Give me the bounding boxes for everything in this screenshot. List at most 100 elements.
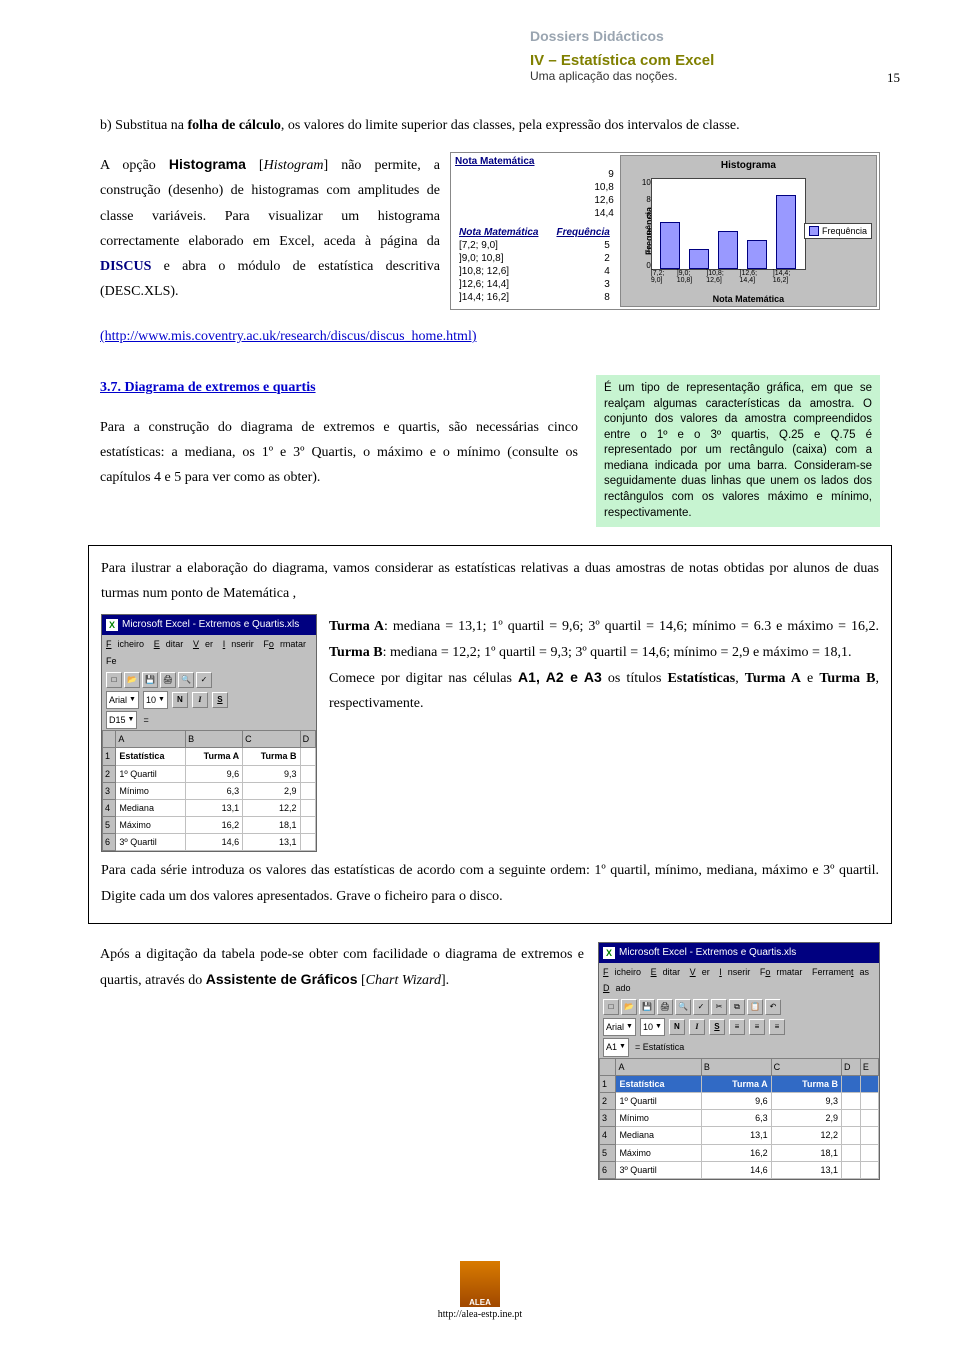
cell[interactable]: 13,1 xyxy=(771,1161,841,1178)
cell[interactable]: 2,9 xyxy=(771,1110,841,1127)
paste-icon[interactable]: 📋 xyxy=(747,999,763,1015)
cell[interactable]: 18,1 xyxy=(771,1144,841,1161)
size-selector[interactable]: 10▼ xyxy=(143,691,168,709)
menu-format[interactable]: Formatar xyxy=(760,967,803,977)
cell[interactable] xyxy=(860,1127,878,1144)
cell[interactable]: Mediana xyxy=(116,799,186,816)
align-right-icon[interactable]: ≡ xyxy=(769,1019,785,1035)
cell[interactable]: 2,9 xyxy=(243,782,300,799)
menu-file[interactable]: FFicheiroicheiro xyxy=(106,639,144,649)
row-header[interactable]: 4 xyxy=(600,1127,616,1144)
menu-insert[interactable]: Inserir xyxy=(719,967,750,977)
row-header[interactable]: 4 xyxy=(103,799,116,816)
print-icon[interactable]: 🖨 xyxy=(160,672,176,688)
cell[interactable]: 16,2 xyxy=(186,817,243,834)
spell-icon[interactable]: ✓ xyxy=(693,999,709,1015)
cell[interactable]: Máximo xyxy=(616,1144,701,1161)
cell[interactable] xyxy=(300,765,315,782)
align-center-icon[interactable]: ≡ xyxy=(749,1019,765,1035)
menu-tools[interactable]: Ferramentas xyxy=(812,967,869,977)
row-header[interactable]: 3 xyxy=(600,1110,616,1127)
col-header[interactable]: E xyxy=(860,1058,878,1075)
cell-ref-box[interactable]: A1▼ xyxy=(603,1038,629,1056)
font-selector[interactable]: Arial▼ xyxy=(106,691,139,709)
cell[interactable] xyxy=(300,748,315,765)
new-icon[interactable]: □ xyxy=(603,999,619,1015)
row-header[interactable]: 2 xyxy=(600,1092,616,1109)
menu-format[interactable]: Formatar xyxy=(263,639,306,649)
bold-icon[interactable]: N xyxy=(669,1019,685,1035)
menu-view[interactable]: Ver xyxy=(193,639,213,649)
cell[interactable]: Turma A xyxy=(701,1075,771,1092)
cell[interactable]: 6,3 xyxy=(701,1110,771,1127)
cell[interactable]: Mínimo xyxy=(616,1110,701,1127)
cell[interactable]: 12,2 xyxy=(243,799,300,816)
cell[interactable]: Mediana xyxy=(616,1127,701,1144)
cell[interactable] xyxy=(860,1144,878,1161)
menu-file[interactable]: Ficheiro xyxy=(603,967,641,977)
cell[interactable]: Turma A xyxy=(186,748,243,765)
cell[interactable]: 6,3 xyxy=(186,782,243,799)
col-header[interactable]: A xyxy=(116,731,186,748)
cell[interactable]: 13,1 xyxy=(243,834,300,851)
font-selector[interactable]: Arial▼ xyxy=(603,1018,636,1036)
save-icon[interactable]: 💾 xyxy=(639,999,655,1015)
underline-icon[interactable]: S xyxy=(212,692,228,708)
cell[interactable] xyxy=(842,1092,861,1109)
cell[interactable] xyxy=(860,1161,878,1178)
cell[interactable]: 9,3 xyxy=(771,1092,841,1109)
cell[interactable]: 3º Quartil xyxy=(116,834,186,851)
cell[interactable] xyxy=(842,1110,861,1127)
cell[interactable]: Turma B xyxy=(243,748,300,765)
row-header[interactable]: 5 xyxy=(103,817,116,834)
underline-icon[interactable]: S xyxy=(709,1019,725,1035)
row-header[interactable]: 5 xyxy=(600,1144,616,1161)
cell[interactable]: Estatística xyxy=(616,1075,701,1092)
cell[interactable]: 9,6 xyxy=(186,765,243,782)
cell[interactable]: 18,1 xyxy=(243,817,300,834)
undo-icon[interactable]: ↶ xyxy=(765,999,781,1015)
cut-icon[interactable]: ✂ xyxy=(711,999,727,1015)
cell[interactable]: 3º Quartil xyxy=(616,1161,701,1178)
cell[interactable] xyxy=(860,1075,878,1092)
size-selector[interactable]: 10▼ xyxy=(640,1018,665,1036)
open-icon[interactable]: 📂 xyxy=(124,672,140,688)
col-header[interactable]: A xyxy=(616,1058,701,1075)
menu-edit[interactable]: Editar xyxy=(154,639,184,649)
cell[interactable]: 13,1 xyxy=(186,799,243,816)
cell[interactable] xyxy=(842,1144,861,1161)
cell-ref-box[interactable]: D15▼ xyxy=(106,711,137,729)
preview-icon[interactable]: 🔍 xyxy=(178,672,194,688)
bold-icon[interactable]: N xyxy=(172,692,188,708)
menu-insert[interactable]: Inserir xyxy=(223,639,254,649)
menu-data[interactable]: Dado xyxy=(603,983,631,993)
preview-icon[interactable]: 🔍 xyxy=(675,999,691,1015)
copy-icon[interactable]: ⧉ xyxy=(729,999,745,1015)
cell[interactable] xyxy=(300,834,315,851)
menu-view[interactable]: Ver xyxy=(690,967,710,977)
col-header[interactable] xyxy=(103,731,116,748)
cell[interactable]: 14,6 xyxy=(701,1161,771,1178)
spreadsheet-grid[interactable]: ABCD1EstatísticaTurma ATurma B21º Quarti… xyxy=(102,730,316,851)
cell[interactable]: 9,6 xyxy=(701,1092,771,1109)
cell[interactable]: Turma B xyxy=(771,1075,841,1092)
col-header[interactable]: B xyxy=(186,731,243,748)
cell[interactable] xyxy=(300,782,315,799)
section-3-7-title[interactable]: 3.7. Diagrama de extremos e quartis xyxy=(100,375,578,400)
save-icon[interactable]: 💾 xyxy=(142,672,158,688)
cell[interactable] xyxy=(842,1075,861,1092)
cell[interactable]: 13,1 xyxy=(701,1127,771,1144)
cell[interactable] xyxy=(842,1161,861,1178)
cell[interactable]: 1º Quartil xyxy=(616,1092,701,1109)
cell[interactable] xyxy=(300,799,315,816)
open-icon[interactable]: 📂 xyxy=(621,999,637,1015)
row-header[interactable]: 6 xyxy=(600,1161,616,1178)
italic-icon[interactable]: I xyxy=(689,1019,705,1035)
italic-icon[interactable]: I xyxy=(192,692,208,708)
col-header[interactable]: D xyxy=(842,1058,861,1075)
row-header[interactable]: 1 xyxy=(600,1075,616,1092)
discus-link[interactable]: (http://www.mis.coventry.ac.uk/research/… xyxy=(100,329,477,344)
cell[interactable]: Estatística xyxy=(116,748,186,765)
cell[interactable]: Máximo xyxy=(116,817,186,834)
print-icon[interactable]: 🖨 xyxy=(657,999,673,1015)
